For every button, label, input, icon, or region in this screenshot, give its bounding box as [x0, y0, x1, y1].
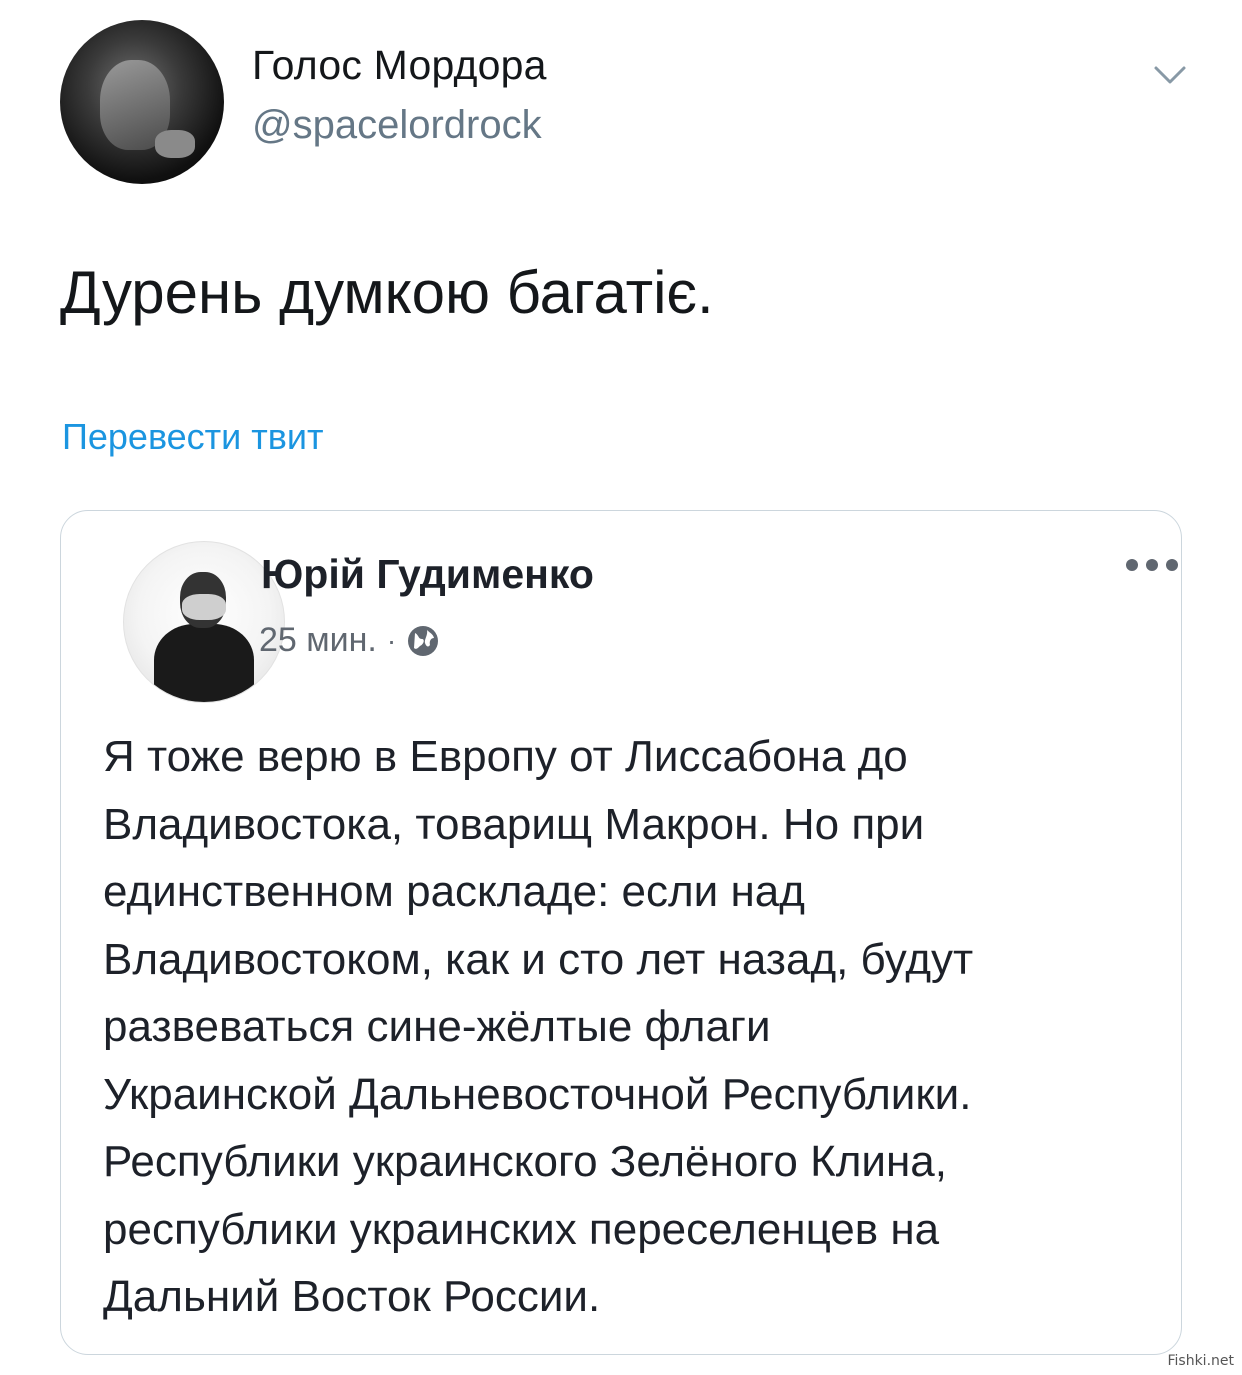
post-author-name[interactable]: Юрій Гудименко: [261, 551, 594, 598]
more-options-icon[interactable]: [1123, 555, 1181, 575]
post-line: Украинской Дальневосточной Республики.: [103, 1069, 972, 1119]
tweet-text: Дурень думкою багатіє.: [60, 259, 714, 326]
post-line: развеваться сине-жёлтые флаги: [103, 1002, 771, 1051]
post-line: Дальний Восток России.: [103, 1272, 601, 1321]
post-body: Я тоже верю в Европу от Лиссабона до Вла…: [103, 723, 1163, 1331]
chevron-down-icon[interactable]: [1150, 60, 1190, 90]
embedded-post-card[interactable]: Юрій Гудименко 25 мин. · Я тоже верю в Е…: [60, 510, 1182, 1355]
avatar-body: [154, 624, 254, 702]
post-meta: 25 мин. ·: [259, 621, 440, 660]
translate-tweet-link[interactable]: Перевести твит: [62, 416, 324, 458]
post-line: Я тоже верю в Европу от Лиссабона до: [103, 732, 908, 781]
avatar-hand: [155, 130, 195, 158]
tweet-author-name[interactable]: Голос Мордора: [252, 42, 547, 89]
watermark: Fishki.net: [1167, 1353, 1234, 1369]
post-line: Владивостока, товарищ Макрон. Но при: [103, 799, 925, 849]
post-line: Владивостоком, как и сто лет назад, буду…: [103, 934, 974, 984]
post-line: единственном раскладе: если над: [103, 867, 805, 916]
avatar-hands: [182, 594, 226, 620]
post-time[interactable]: 25 мин.: [259, 621, 377, 660]
meta-separator: ·: [386, 624, 397, 656]
post-line: Республики украинского Зелёного Клина,: [103, 1137, 947, 1186]
post-line: республики украинских переселенцев на: [103, 1204, 940, 1254]
globe-icon: [408, 625, 439, 656]
tweet-author-avatar[interactable]: [60, 20, 224, 184]
tweet-author-handle[interactable]: @spacelordrock: [252, 103, 542, 148]
